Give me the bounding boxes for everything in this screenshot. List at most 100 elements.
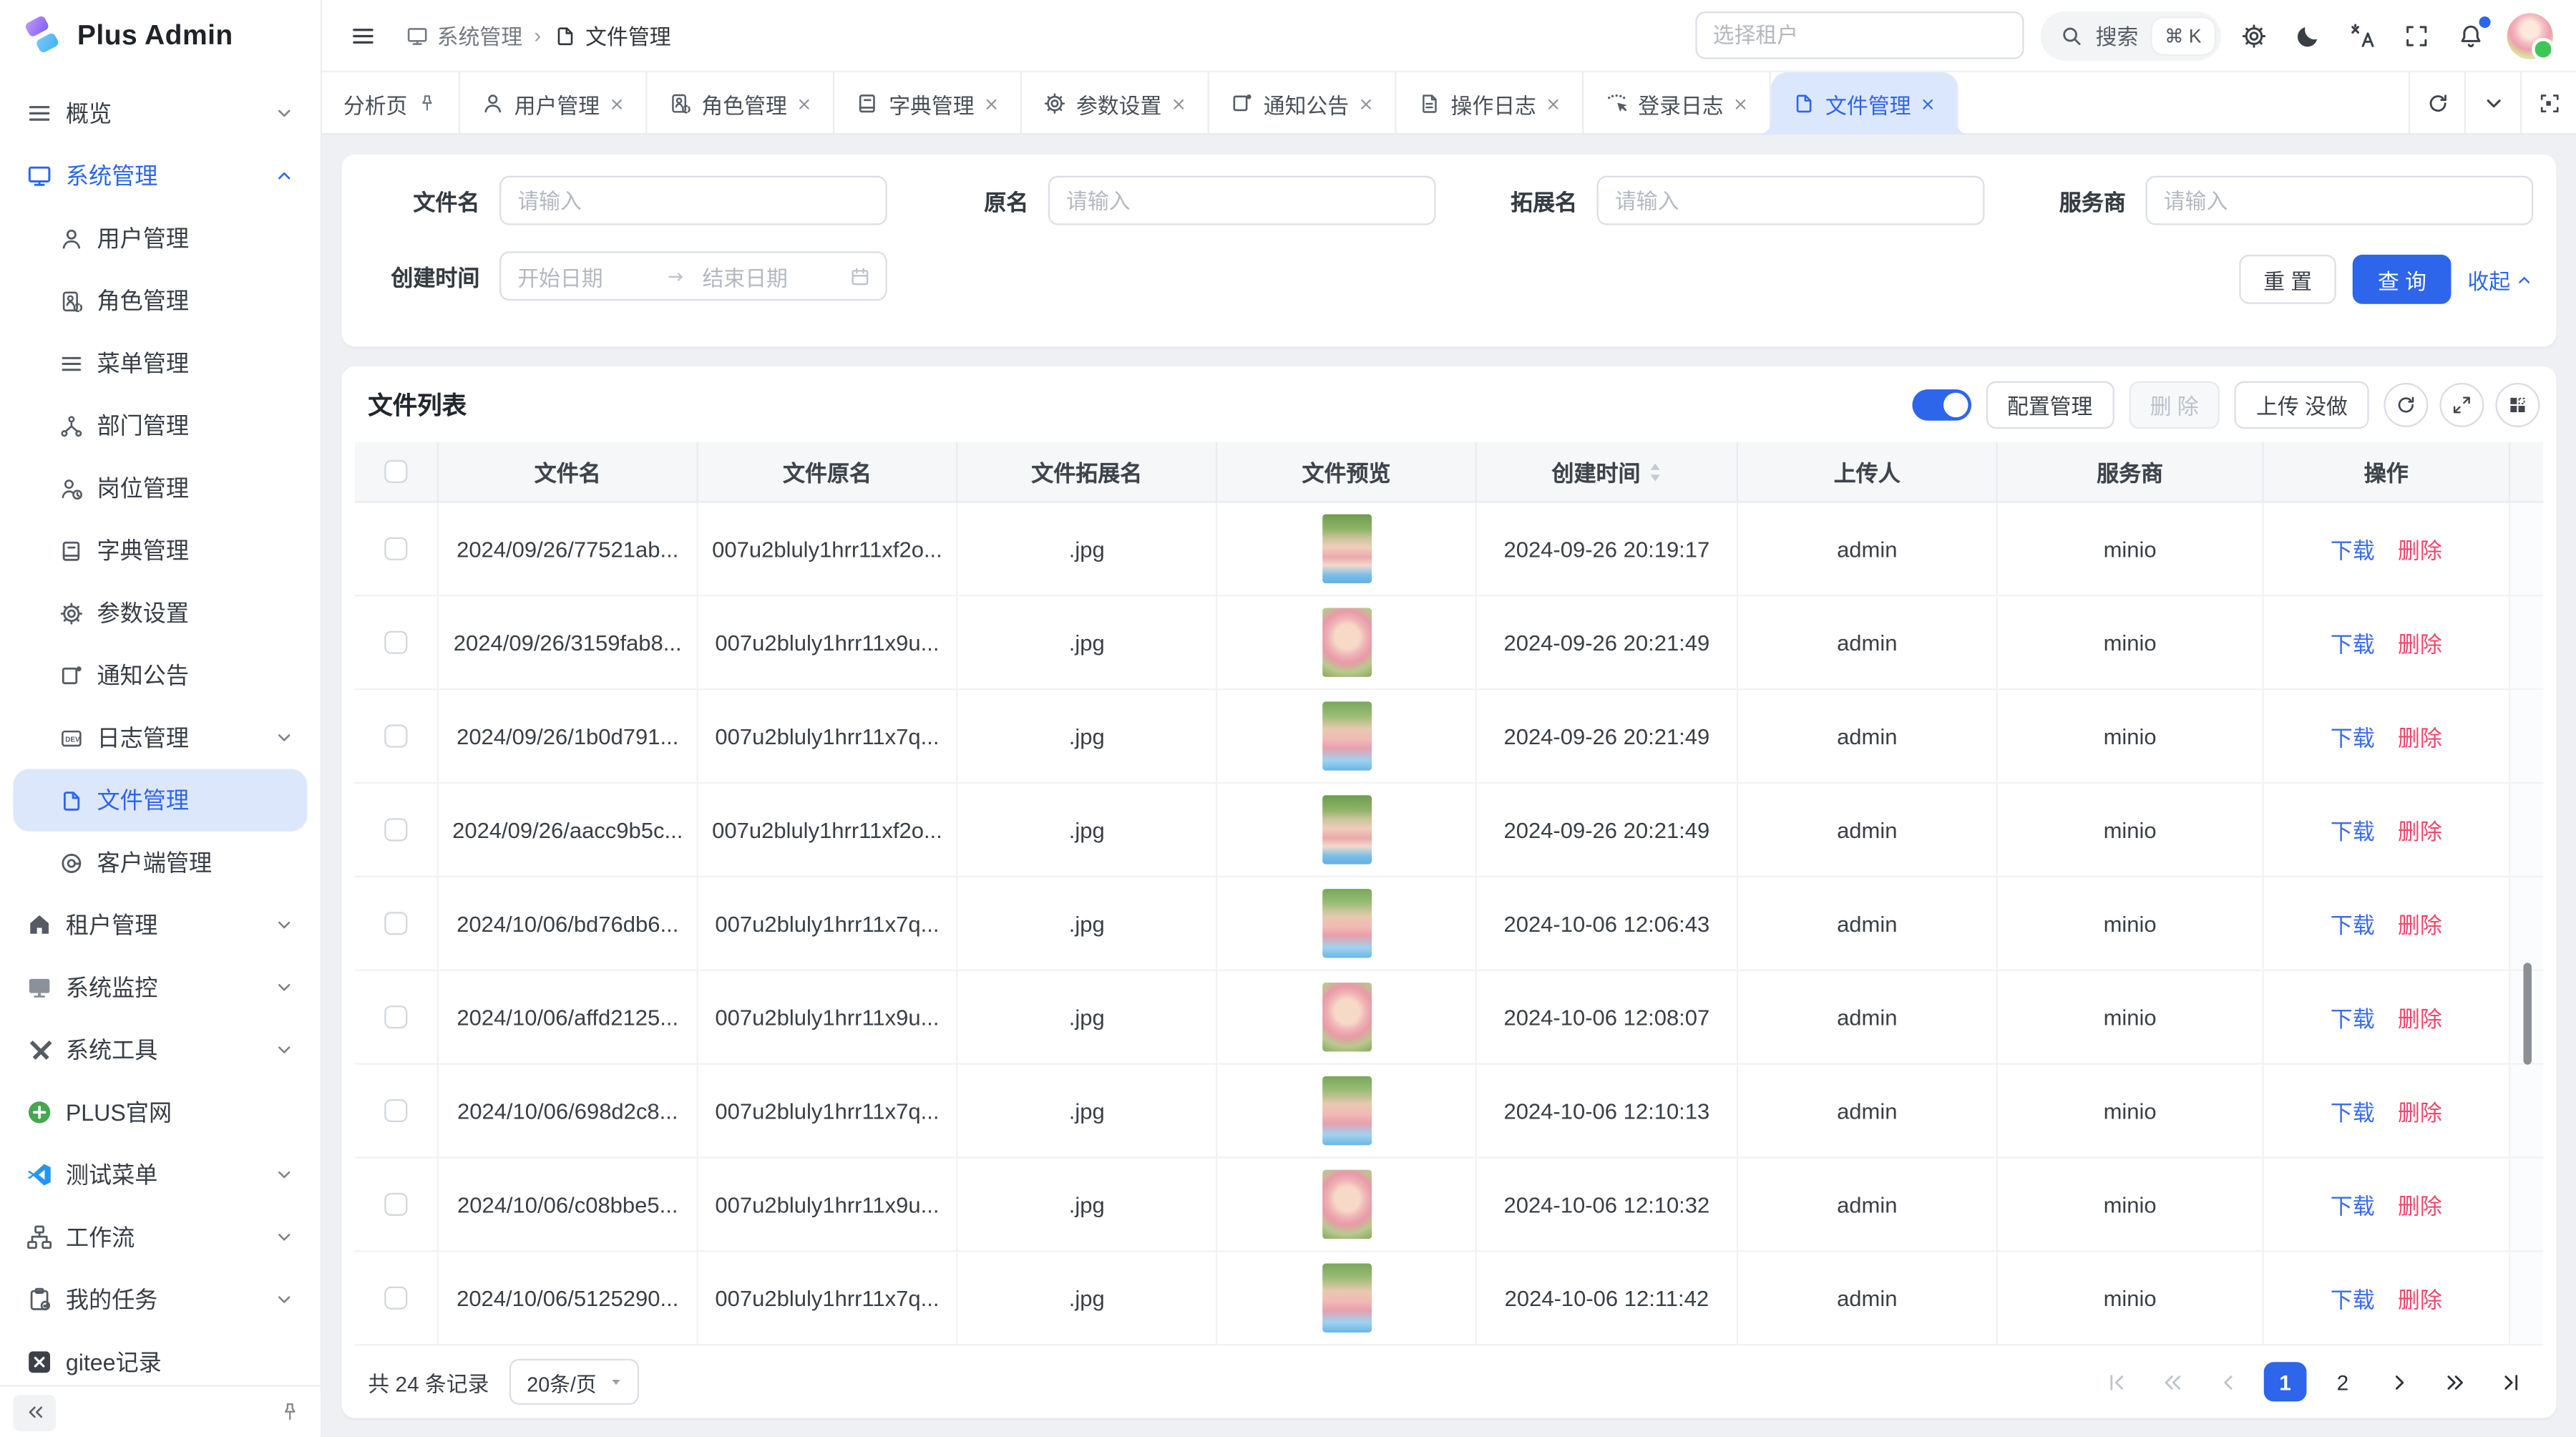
sidebar-item[interactable]: 工作流 [13, 1206, 307, 1268]
column-header[interactable]: 文件名 [439, 442, 698, 503]
tab-close-icon[interactable] [1171, 96, 1186, 111]
pager-button[interactable] [2152, 1362, 2192, 1401]
tab[interactable]: 分析页 [322, 72, 460, 135]
filter-input[interactable] [2145, 176, 2533, 225]
row-checkbox[interactable] [384, 912, 407, 935]
download-link[interactable]: 下载 [2331, 1094, 2375, 1127]
config-manage-button[interactable]: 配置管理 [1986, 381, 2114, 429]
sidebar-item[interactable]: 系统工具 [13, 1018, 307, 1081]
sidebar-collapse-button[interactable] [13, 1394, 56, 1431]
pager-button[interactable] [2379, 1362, 2418, 1401]
tab[interactable]: 参数设置 [1022, 72, 1209, 135]
tab[interactable]: 文件管理 [1771, 72, 1958, 135]
tab-bar-control-button[interactable] [2520, 72, 2576, 133]
table-scrollbar-thumb[interactable] [2524, 963, 2532, 1064]
upload-button[interactable]: 上传 没做 [2235, 381, 2368, 429]
file-preview-thumbnail[interactable] [1322, 1170, 1371, 1239]
sidebar-item[interactable]: 参数设置 [13, 582, 307, 644]
column-header[interactable]: 文件拓展名 [958, 442, 1218, 503]
page-size-select[interactable]: 20条/页 [509, 1359, 639, 1405]
tab-bar-control-button[interactable] [2464, 72, 2520, 133]
global-search-button[interactable]: 搜索 ⌘ K [2040, 11, 2221, 60]
menu-toggle-button[interactable] [342, 14, 385, 57]
tab-close-icon[interactable] [1359, 96, 1374, 111]
sidebar-item[interactable]: 部门管理 [13, 394, 307, 457]
pager-button[interactable] [2097, 1362, 2136, 1401]
download-link[interactable]: 下载 [2331, 720, 2375, 753]
sidebar-item[interactable]: 通知公告 [13, 644, 307, 706]
sidebar-item[interactable]: 租户管理 [13, 894, 307, 956]
table-icon-button[interactable] [2495, 382, 2540, 427]
delete-link[interactable]: 删除 [2398, 1188, 2442, 1221]
tenant-select-input[interactable] [1694, 11, 2023, 59]
column-header-sortable[interactable]: 创建时间 [1477, 442, 1738, 503]
row-checkbox[interactable] [384, 1193, 407, 1216]
breadcrumb-item[interactable]: › 文件管理 [529, 20, 670, 52]
download-link[interactable]: 下载 [2331, 532, 2375, 565]
download-link[interactable]: 下载 [2331, 1000, 2375, 1033]
header-action-button[interactable] [2449, 14, 2492, 57]
sidebar-item[interactable]: 客户端管理 [13, 832, 307, 894]
file-preview-thumbnail[interactable] [1322, 983, 1371, 1051]
file-preview-thumbnail[interactable] [1322, 608, 1371, 676]
sidebar-item[interactable]: gitee记录 [13, 1331, 307, 1375]
user-avatar[interactable] [2507, 12, 2553, 58]
select-all-checkbox[interactable] [384, 460, 407, 483]
sidebar-item[interactable]: 岗位管理 [13, 457, 307, 519]
tab-close-icon[interactable] [417, 94, 437, 114]
delete-link[interactable]: 删除 [2398, 1282, 2442, 1315]
sidebar-item[interactable]: 测试菜单 [13, 1144, 307, 1206]
file-preview-thumbnail[interactable] [1322, 1076, 1371, 1145]
pager-button[interactable] [2208, 1362, 2248, 1401]
pager-button[interactable] [2491, 1362, 2530, 1401]
column-header[interactable]: 服务商 [1998, 442, 2264, 503]
delete-link[interactable]: 删除 [2398, 532, 2442, 565]
sidebar-item[interactable]: 系统管理 [13, 145, 307, 207]
sidebar-pin-button[interactable] [271, 1394, 308, 1431]
tab-close-icon[interactable] [984, 96, 999, 111]
sidebar-item[interactable]: PLUS官网 [13, 1081, 307, 1144]
delete-link[interactable]: 删除 [2398, 1000, 2442, 1033]
pager-button[interactable]: 1 [2264, 1362, 2307, 1401]
download-link[interactable]: 下载 [2331, 1282, 2375, 1315]
sidebar-item[interactable]: 字典管理 [13, 520, 307, 582]
reset-button[interactable]: 重 置 [2239, 255, 2337, 304]
header-action-button[interactable] [2233, 14, 2275, 57]
tab[interactable]: 登录日志 [1584, 72, 1771, 135]
header-action-button[interactable] [2395, 14, 2438, 57]
delete-link[interactable]: 删除 [2398, 1094, 2442, 1127]
file-preview-thumbnail[interactable] [1322, 515, 1371, 583]
row-checkbox[interactable] [384, 1099, 407, 1122]
tab[interactable]: 用户管理 [460, 72, 648, 135]
sidebar-item[interactable]: 概览 [13, 82, 307, 145]
sidebar-item[interactable]: 日志管理 [13, 706, 307, 769]
column-header[interactable]: 文件预览 [1217, 442, 1477, 503]
row-checkbox[interactable] [384, 631, 407, 654]
row-checkbox[interactable] [384, 724, 407, 747]
download-link[interactable]: 下载 [2331, 1188, 2375, 1221]
pager-button[interactable]: 2 [2323, 1362, 2362, 1401]
file-preview-thumbnail[interactable] [1322, 795, 1371, 864]
delete-link[interactable]: 删除 [2398, 813, 2442, 846]
sort-icon[interactable] [1647, 461, 1662, 482]
tab[interactable]: 字典管理 [834, 72, 1022, 135]
tab[interactable]: 角色管理 [648, 72, 835, 135]
download-link[interactable]: 下载 [2331, 907, 2375, 940]
file-preview-thumbnail[interactable] [1322, 1264, 1371, 1333]
column-header[interactable]: 操作 [2264, 442, 2510, 503]
row-checkbox[interactable] [384, 818, 407, 841]
download-link[interactable]: 下载 [2331, 813, 2375, 846]
row-checkbox[interactable] [384, 1005, 407, 1028]
sidebar-item[interactable]: 系统监控 [13, 956, 307, 1018]
column-header[interactable]: 上传人 [1738, 442, 1998, 503]
sidebar-item[interactable]: 角色管理 [13, 270, 307, 332]
table-icon-button[interactable] [2384, 382, 2428, 427]
app-logo[interactable]: Plus Admin [0, 0, 321, 72]
filter-input[interactable] [1597, 176, 1985, 225]
sidebar-item[interactable]: 我的任务 [13, 1268, 307, 1330]
search-toggle-switch[interactable] [1912, 389, 1971, 420]
column-header[interactable]: 文件原名 [698, 442, 958, 503]
breadcrumb-item[interactable]: 系统管理 [406, 20, 522, 52]
row-checkbox[interactable] [384, 537, 407, 560]
sidebar-item[interactable]: 菜单管理 [13, 332, 307, 394]
